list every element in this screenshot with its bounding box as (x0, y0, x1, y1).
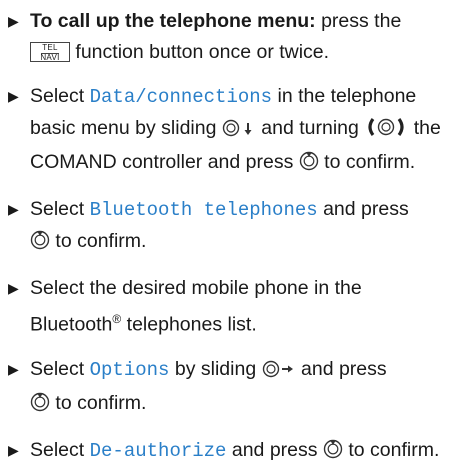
turn-controller-icon (364, 116, 408, 147)
step-select-options: ▶ Select Options by sliding and press to… (8, 354, 455, 422)
step-select-de-authorize: ▶ Select De-authorize and press to confi… (8, 435, 455, 469)
menu-item-bluetooth-telephones: Bluetooth telephones (89, 199, 318, 221)
step-text: Select Bluetooth telephones and press to… (30, 194, 455, 260)
step-text: To call up the telephone menu: press the… (30, 10, 402, 63)
step-text: Select Options by sliding and press to c… (30, 354, 455, 422)
bullet-icon: ▶ (8, 88, 19, 104)
slide-right-controller-icon (262, 357, 296, 388)
press-controller-icon (299, 150, 319, 181)
bullet-icon: ▶ (8, 360, 19, 377)
instruction-list: ▶ To call up the telephone menu: press t… (0, 0, 463, 466)
press-controller-icon (30, 391, 50, 422)
step-select-bluetooth-telephones: ▶ Select Bluetooth telephones and press … (8, 194, 455, 260)
step-heading: To call up the telephone menu: (30, 10, 316, 32)
step-select-mobile-phone: ▶ Select the desired mobile phone in the… (8, 273, 455, 341)
menu-item-options: Options (89, 358, 170, 381)
menu-item-data-connections: Data/connections (89, 86, 273, 108)
bullet-icon: ▶ (8, 201, 19, 217)
bullet-icon: ▶ (8, 280, 19, 296)
slide-down-controller-icon (222, 116, 256, 147)
step-text: Select Data/connections in the telephone… (30, 81, 455, 181)
step-call-up-telephone-menu: ▶ To call up the telephone menu: press t… (8, 6, 455, 68)
press-controller-icon (30, 229, 50, 260)
press-controller-icon (323, 438, 343, 469)
step-text: Select De-authorize and press to confirm… (30, 435, 455, 469)
bullet-icon: ▶ (8, 13, 19, 29)
tel-navi-button-icon: TEL NAVI (30, 42, 70, 62)
step-select-data-connections: ▶ Select Data/connections in the telepho… (8, 81, 455, 181)
step-text: Select the desired mobile phone in the B… (30, 277, 362, 336)
bullet-icon: ▶ (8, 441, 19, 458)
menu-item-de-authorize: De-authorize (89, 439, 227, 462)
